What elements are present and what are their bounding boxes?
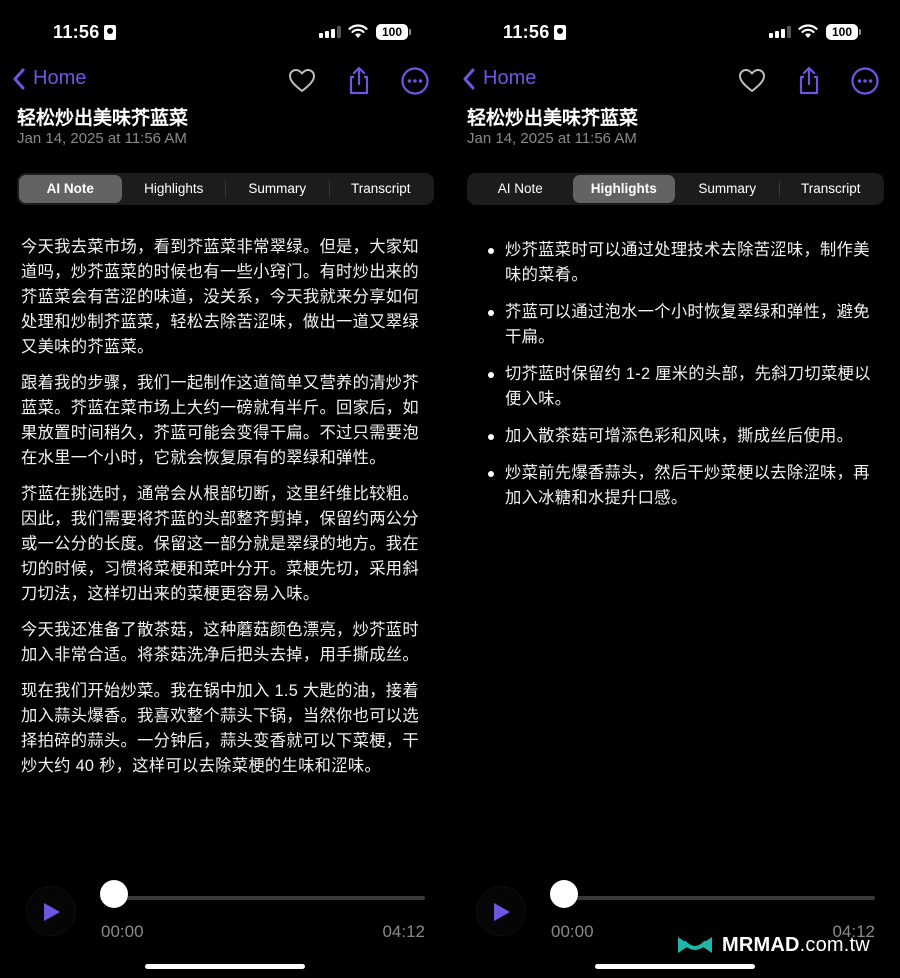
highlight-item: 炒芥蓝菜时可以通过处理技术去除苦涩味，制作美味的菜肴。 (483, 238, 878, 288)
watermark-text: MRMAD.com.tw (722, 934, 870, 957)
segmented-tabs: AI Note Highlights Summary Transcript (17, 173, 434, 205)
play-button[interactable] (26, 886, 76, 936)
focus-id-icon (554, 25, 566, 40)
heart-icon[interactable] (287, 66, 317, 96)
progress-slider[interactable] (550, 896, 875, 900)
ai-note-content: 今天我去菜市场，看到芥蓝菜非常翠绿。但是，大家知道吗，炒芥蓝菜的时候也有一些小窍… (21, 235, 429, 790)
watermark-domain: .com.tw (799, 933, 870, 956)
focus-id-icon (104, 25, 116, 40)
highlight-item: 切芥蓝时保留约 1-2 厘米的头部，先斜刀切菜梗以便入味。 (483, 362, 878, 412)
play-icon (44, 903, 60, 921)
play-button[interactable] (476, 886, 526, 936)
note-date: Jan 14, 2025 at 11:56 AM (17, 130, 187, 147)
back-label: Home (33, 67, 87, 89)
share-icon[interactable] (344, 66, 374, 96)
share-icon[interactable] (794, 66, 824, 96)
tab-transcript[interactable]: Transcript (780, 175, 883, 203)
tab-ai-note[interactable]: AI Note (19, 175, 122, 203)
ellipsis-circle-icon[interactable] (400, 66, 430, 96)
tab-highlights[interactable]: Highlights (572, 175, 675, 203)
bullet-dot (488, 372, 494, 378)
wifi-icon (348, 24, 368, 38)
home-indicator[interactable] (145, 964, 305, 969)
current-time: 00:00 (101, 922, 144, 941)
highlight-text: 加入散茶菇可增添色彩和风味，撕成丝后使用。 (505, 427, 854, 445)
progress-thumb[interactable] (100, 880, 128, 908)
cellular-signal-icon (319, 26, 341, 38)
progress-thumb[interactable] (550, 880, 578, 908)
current-time: 00:00 (551, 922, 594, 941)
watermark-brand: MRMAD (722, 933, 800, 956)
highlight-text: 芥蓝可以通过泡水一个小时恢复翠绿和弹性，避免干扁。 (505, 303, 870, 346)
note-paragraph: 芥蓝在挑选时，通常会从根部切断，这里纤维比较粗。因此，我们需要将芥蓝的头部整齐剪… (21, 485, 419, 603)
tab-summary[interactable]: Summary (226, 175, 329, 203)
note-paragraph: 现在我们开始炒菜。我在锅中加入 1.5 大匙的油，接着加入蒜头爆香。我喜欢整个蒜… (21, 682, 419, 775)
bullet-dot (488, 310, 494, 316)
note-title: 轻松炒出美味芥蓝菜 (17, 108, 189, 129)
note-title: 轻松炒出美味芥蓝菜 (467, 108, 639, 129)
battery-indicator: 100 (826, 24, 861, 40)
watermark: MRMAD.com.tw (676, 930, 870, 960)
status-bar: 11:56 100 (450, 22, 900, 44)
highlight-text: 炒菜前先爆香蒜头，然后干炒菜梗以去除涩味，再加入冰糖和水提升口感。 (505, 464, 870, 507)
home-indicator[interactable] (595, 964, 755, 969)
highlight-item: 加入散茶菇可增添色彩和风味，撕成丝后使用。 (483, 424, 878, 449)
ellipsis-circle-icon[interactable] (850, 66, 880, 96)
tab-highlights[interactable]: Highlights (123, 175, 226, 203)
note-paragraph: 今天我还准备了散茶菇，这种蘑菇颜色漂亮，炒芥蓝时加入非常合适。将茶菇洗净后把头去… (21, 621, 419, 664)
highlights-list: 炒芥蓝菜时可以通过处理技术去除苦涩味，制作美味的菜肴。 芥蓝可以通过泡水一个小时… (483, 238, 878, 523)
status-time: 11:56 (503, 22, 550, 42)
note-paragraph: 今天我去菜市场，看到芥蓝菜非常翠绿。但是，大家知道吗，炒芥蓝菜的时候也有一些小窍… (21, 238, 419, 356)
note-paragraph: 跟着我的步骤，我们一起制作这道简单又营养的清炒芥蓝菜。芥蓝在菜市场上大约一磅就有… (21, 374, 419, 467)
bullet-dot (488, 471, 494, 477)
back-label: Home (483, 67, 537, 89)
progress-slider[interactable] (100, 896, 425, 900)
highlight-item: 芥蓝可以通过泡水一个小时恢复翠绿和弹性，避免干扁。 (483, 300, 878, 350)
duration: 04:12 (382, 922, 425, 941)
back-button[interactable]: Home (463, 67, 536, 90)
play-icon (494, 903, 510, 921)
cellular-signal-icon (769, 26, 791, 38)
status-time: 11:56 (53, 22, 100, 42)
highlight-item: 炒菜前先爆香蒜头，然后干炒菜梗以去除涩味，再加入冰糖和水提升口感。 (483, 461, 878, 511)
bullet-dot (488, 248, 494, 254)
back-button[interactable]: Home (13, 67, 86, 90)
tab-summary[interactable]: Summary (676, 175, 779, 203)
tab-transcript[interactable]: Transcript (330, 175, 433, 203)
status-bar: 11:56 100 (0, 22, 450, 44)
chevron-left-icon (13, 68, 25, 89)
battery-indicator: 100 (376, 24, 411, 40)
audio-player: 00:00 04:12 (0, 880, 450, 950)
nav-bar: Home (0, 64, 450, 98)
note-date: Jan 14, 2025 at 11:56 AM (467, 130, 637, 147)
segmented-tabs: AI Note Highlights Summary Transcript (467, 173, 884, 205)
screen-ai-note: 11:56 100 Home 轻松炒出美味芥蓝菜 Jan 14, 2025 at… (0, 0, 450, 978)
mrmad-logo-icon (678, 937, 712, 953)
chevron-left-icon (463, 68, 475, 89)
highlight-text: 炒芥蓝菜时可以通过处理技术去除苦涩味，制作美味的菜肴。 (505, 241, 870, 284)
wifi-icon (798, 24, 818, 38)
tab-ai-note[interactable]: AI Note (469, 175, 572, 203)
bullet-dot (488, 434, 494, 440)
nav-bar: Home (450, 64, 900, 98)
highlight-text: 切芥蓝时保留约 1-2 厘米的头部，先斜刀切菜梗以便入味。 (505, 365, 871, 408)
heart-icon[interactable] (737, 66, 767, 96)
